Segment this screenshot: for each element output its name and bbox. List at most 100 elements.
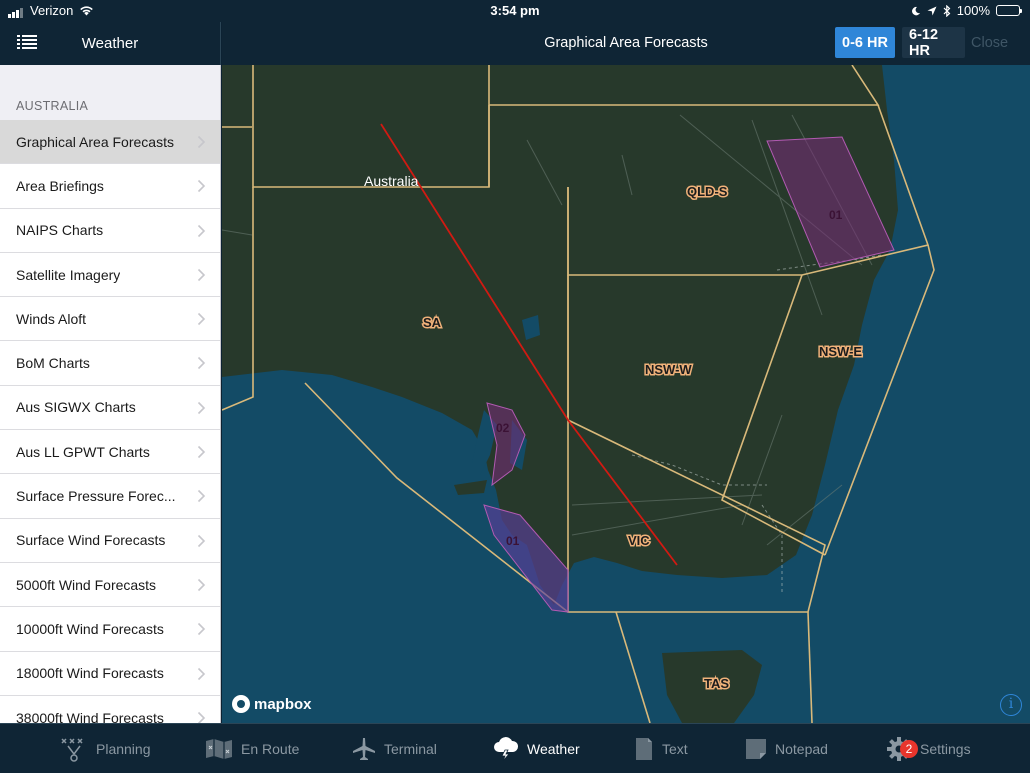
tab-label: Planning [96, 741, 151, 757]
mapbox-logo-icon [232, 695, 250, 713]
segment-6-12-hr[interactable]: 6-12 HR [902, 27, 965, 59]
airplane-icon [353, 738, 375, 760]
region-label-sa[interactable]: SA [422, 314, 444, 332]
tab-label: Notepad [775, 741, 828, 757]
tab-planning[interactable]: Planning [60, 724, 151, 773]
sidebar-item-label: 5000ft Wind Forecasts [16, 576, 157, 593]
region-label-nsw-e[interactable]: NSW-E [818, 343, 864, 361]
notification-badge: 2 [900, 740, 918, 758]
sidebar-item[interactable]: Satellite Imagery [0, 253, 220, 298]
tab-label: Settings [920, 741, 971, 757]
chevron-right-icon [197, 357, 206, 370]
sidebar-item-label: Aus LL GPWT Charts [16, 443, 150, 460]
tab-text[interactable]: Text [634, 724, 688, 773]
sidebar-item[interactable]: Winds Aloft [0, 297, 220, 342]
battery-icon [996, 5, 1022, 16]
close-button[interactable]: Close [971, 35, 1008, 51]
status-right: 100% [911, 3, 1022, 18]
sidebar-item-label: NAIPS Charts [16, 222, 104, 239]
sidebar-item[interactable]: Surface Pressure Forec... [0, 474, 220, 519]
sidebar-item[interactable]: 38000ft Wind Forecasts [0, 696, 220, 723]
chevron-right-icon [197, 268, 206, 281]
chevron-right-icon [197, 446, 206, 459]
battery-percent: 100% [956, 3, 990, 18]
tab-label: Text [662, 741, 688, 757]
section-header: AUSTRALIA [0, 65, 220, 120]
info-button[interactable]: i [1000, 694, 1022, 716]
cloud-lightning-icon [494, 737, 519, 762]
location-arrow-icon [927, 6, 937, 15]
sidebar-item[interactable]: Graphical Area Forecasts [0, 120, 220, 165]
sidebar-item[interactable]: Surface Wind Forecasts [0, 519, 220, 563]
chevron-right-icon [197, 224, 206, 237]
sidebar-item-label: Aus SIGWX Charts [16, 399, 136, 416]
sidebar-item-label: Surface Pressure Forec... [16, 488, 176, 505]
tab-terminal[interactable]: Terminal [352, 724, 437, 773]
mapbox-label: mapbox [254, 695, 312, 713]
moon-icon [911, 6, 920, 15]
region-label-vic[interactable]: VIC [627, 532, 652, 550]
chevron-right-icon [197, 623, 206, 636]
sidebar-item-label: 18000ft Wind Forecasts [16, 665, 164, 682]
chevron-right-icon [197, 667, 206, 680]
region-label-nsw-w[interactable]: NSW-W [644, 361, 694, 379]
sidebar-item-label: Winds Aloft [16, 310, 87, 327]
chevron-right-icon [197, 711, 206, 723]
map-icon [206, 739, 232, 759]
segment-0-6-hr[interactable]: 0-6 HR [835, 27, 895, 58]
tab-label: En Route [241, 741, 300, 757]
sidebar-item[interactable]: Aus SIGWX Charts [0, 386, 220, 431]
region-label-tas[interactable]: TAS [703, 675, 731, 693]
chevron-right-icon [197, 313, 206, 326]
sidebar-title: Weather [81, 35, 139, 52]
sidebar-item-label: BoM Charts [16, 355, 90, 372]
sidebar-item[interactable]: Area Briefings [0, 164, 220, 209]
tab-weather[interactable]: Weather [493, 724, 580, 773]
document-icon [636, 738, 652, 760]
area-label-02: 02 [496, 421, 510, 435]
app: Verizon 3:54 pm 100% Weather AUSTRALIA G… [0, 0, 1030, 773]
tab-settings[interactable]: 2 Settings [886, 724, 971, 773]
region-label-qld-s[interactable]: QLD-S [686, 183, 730, 201]
sidebar-item-label: Area Briefings [16, 177, 104, 194]
map-canvas[interactable]: Australia QLD-S SA NSW-W NSW-E VIC TAS 0… [222, 65, 1030, 723]
status-bar: Verizon 3:54 pm 100% [0, 0, 1030, 22]
clock: 3:54 pm [490, 3, 540, 18]
place-label: Australia [364, 173, 419, 189]
tab-en-route[interactable]: En Route [205, 724, 299, 773]
sidebar-item[interactable]: 10000ft Wind Forecasts [0, 607, 220, 652]
chevron-right-icon [197, 578, 206, 592]
tab-label: Terminal [384, 741, 437, 757]
chevron-right-icon [197, 180, 206, 193]
chevron-right-icon [197, 135, 206, 149]
sidebar-item-label: Satellite Imagery [16, 266, 121, 283]
bluetooth-icon [943, 4, 951, 17]
chevron-right-icon [197, 490, 206, 503]
sidebar[interactable]: AUSTRALIA Graphical Area Forecasts Area B… [0, 65, 221, 723]
sidebar-item[interactable]: 5000ft Wind Forecasts [0, 563, 220, 608]
area-label-01-south: 01 [506, 534, 520, 548]
sidebar-item-label: Surface Wind Forecasts [16, 532, 166, 549]
tab-bar: Planning En Route Terminal Weather Text … [0, 723, 1030, 773]
sidebar-item[interactable]: BoM Charts [0, 341, 220, 386]
map-view[interactable]: Australia QLD-S SA NSW-W NSW-E VIC TAS 0… [222, 65, 1030, 723]
tab-label: Weather [527, 741, 580, 757]
planning-icon [61, 738, 83, 762]
chevron-right-icon [197, 401, 206, 414]
settings-icon-wrap: 2 [886, 736, 918, 762]
sidebar-list: Graphical Area Forecasts Area Briefings NA… [0, 120, 220, 723]
sidebar-item-label: Graphical Area Forecasts [16, 133, 174, 150]
chevron-right-icon [197, 534, 206, 547]
mapbox-attribution[interactable]: mapbox [232, 695, 312, 713]
sidebar-header: Weather [0, 22, 221, 65]
sidebar-item[interactable]: Aus LL GPWT Charts [0, 430, 220, 475]
area-label-01-north: 01 [829, 208, 843, 222]
kangaroo-island [454, 480, 487, 495]
notepad-icon [746, 739, 766, 759]
sidebar-item-label: 10000ft Wind Forecasts [16, 620, 164, 637]
sidebar-item[interactable]: NAIPS Charts [0, 209, 220, 253]
sidebar-item-label: 38000ft Wind Forecasts [16, 709, 164, 724]
sidebar-item[interactable]: 18000ft Wind Forecasts [0, 652, 220, 696]
main-header: Graphical Area Forecasts 0-6 HR 6-12 HR … [222, 22, 1030, 65]
tab-notepad[interactable]: Notepad [745, 724, 828, 773]
